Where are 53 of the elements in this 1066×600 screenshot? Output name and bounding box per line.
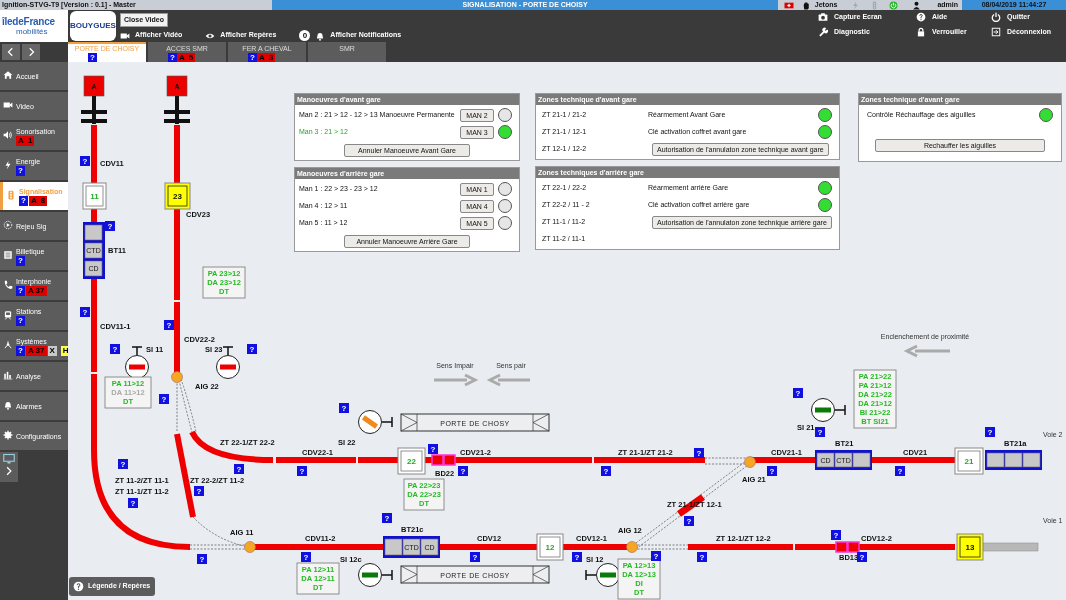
help-marker[interactable]: ? — [470, 552, 480, 562]
help-marker[interactable]: ? — [80, 307, 90, 317]
help-marker[interactable]: ? — [297, 466, 307, 476]
help-marker[interactable]: ? — [234, 464, 244, 474]
help-marker[interactable]: ? — [159, 394, 169, 404]
help-badge: ? — [16, 165, 25, 176]
status-badge: X — [47, 345, 57, 356]
block-number-box: 12 — [536, 533, 564, 561]
help-marker[interactable]: ? — [382, 513, 392, 523]
help-marker[interactable]: ? — [105, 221, 115, 231]
block-number-box: 13 — [956, 533, 984, 561]
logo-text: BOUYGUES — [70, 20, 116, 32]
help-marker[interactable]: ? — [247, 344, 257, 354]
logo-text: îledeFrance — [2, 16, 56, 27]
help-marker[interactable]: ? — [128, 498, 138, 508]
help-marker[interactable]: ? — [857, 552, 867, 562]
help-marker[interactable]: ? — [815, 427, 825, 437]
help-marker[interactable]: ? — [985, 427, 995, 437]
help-marker[interactable]: ? — [194, 486, 204, 496]
help-marker[interactable]: ? — [301, 552, 311, 562]
logo-subtitle: mobilités — [15, 26, 49, 36]
help-badge: ? — [16, 285, 25, 296]
alarm-badge: A 1 — [16, 135, 35, 146]
count-badge: 0 — [299, 30, 311, 41]
help-marker[interactable]: ? — [697, 552, 707, 562]
block-number-box: 11 — [82, 182, 107, 210]
help-marker[interactable]: ? — [428, 444, 438, 454]
help-marker[interactable]: ? — [572, 552, 582, 562]
help-badge: ? — [16, 255, 25, 266]
help-marker[interactable]: ? — [767, 466, 777, 476]
help-marker[interactable]: ? — [601, 466, 611, 476]
alarm-badge: A 37 — [25, 285, 47, 296]
help-badge: ? — [19, 195, 28, 206]
help-badge: ? — [16, 345, 25, 356]
help-marker[interactable]: ? — [651, 551, 661, 561]
help-marker[interactable]: ? — [80, 156, 90, 166]
help-marker[interactable]: ? — [164, 320, 174, 330]
alarm-badge: A 8 — [28, 195, 48, 206]
help-marker[interactable]: ? — [831, 530, 841, 540]
block-number-box: 23 — [164, 182, 191, 210]
block-number-box: 21 — [954, 447, 984, 475]
block-number-box: 22 — [397, 447, 426, 475]
help-marker[interactable]: ? — [118, 459, 128, 469]
help-marker[interactable]: ? — [110, 344, 120, 354]
help-marker[interactable]: ? — [458, 466, 468, 476]
alarm-badge: A 37 — [25, 345, 47, 356]
help-marker[interactable]: ? — [895, 466, 905, 476]
help-marker[interactable]: ? — [339, 403, 349, 413]
help-marker[interactable]: ? — [197, 554, 207, 564]
help-marker[interactable]: ? — [684, 516, 694, 526]
help-badge: ? — [16, 315, 25, 326]
help-marker[interactable]: ? — [694, 448, 704, 458]
help-marker[interactable]: ? — [793, 388, 803, 398]
